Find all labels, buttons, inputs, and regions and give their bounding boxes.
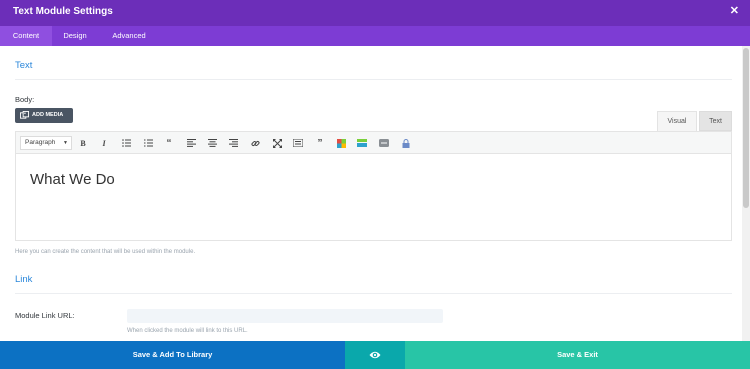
tab-advanced[interactable]: Advanced (98, 26, 160, 46)
link-help-text: When clicked the module will link to thi… (127, 328, 248, 334)
editor-tab-visual[interactable]: Visual (657, 111, 697, 131)
format-select[interactable]: Paragraph ▼ (20, 136, 72, 150)
add-media-button[interactable]: ADD MEDIA (15, 108, 73, 123)
add-media-label: ADD MEDIA (32, 112, 64, 118)
section-divider (15, 293, 732, 294)
editor-content-heading[interactable]: What We Do (30, 171, 115, 188)
tab-design[interactable]: Design (52, 26, 98, 46)
color-icon[interactable] (335, 137, 347, 149)
format-select-value: Paragraph (25, 139, 56, 146)
fullscreen-icon[interactable] (271, 137, 283, 149)
numbered-list-icon[interactable] (142, 137, 154, 149)
close-icon[interactable]: ✕ (730, 4, 739, 17)
modal-footer: Save & Add To Library Save & Exit (0, 341, 750, 369)
bold-icon[interactable]: B (77, 137, 89, 149)
underline-icon[interactable] (378, 137, 390, 149)
quote-icon[interactable]: ” (314, 137, 326, 149)
body-label: Body: (15, 95, 35, 104)
module-link-url-label: Module Link URL: (15, 311, 75, 320)
preview-button[interactable] (345, 341, 405, 369)
highlight-icon[interactable] (356, 137, 368, 149)
section-title-text[interactable]: Text (15, 60, 32, 71)
modal-header: Text Module Settings ✕ (0, 0, 750, 26)
italic-icon[interactable]: I (98, 137, 110, 149)
section-title-link[interactable]: Link (15, 274, 32, 285)
editor-tab-text[interactable]: Text (699, 111, 732, 131)
align-left-icon[interactable] (185, 137, 197, 149)
eye-icon (369, 351, 381, 359)
settings-tabs: Content Design Advanced (0, 26, 750, 46)
lock-icon[interactable] (400, 137, 412, 149)
blockquote-icon[interactable]: “ (163, 137, 175, 149)
chevron-down-icon: ▼ (63, 140, 68, 146)
toolbar-toggle-icon[interactable] (292, 137, 304, 149)
rich-text-editor: Paragraph ▼ B I “ ” What We Do (15, 131, 732, 241)
save-add-to-library-button[interactable]: Save & Add To Library (0, 341, 345, 369)
bullet-list-icon[interactable] (120, 137, 132, 149)
scrollbar-thumb[interactable] (743, 48, 749, 208)
save-exit-button[interactable]: Save & Exit (405, 341, 750, 369)
align-right-icon[interactable] (227, 137, 239, 149)
link-icon[interactable] (249, 137, 261, 149)
body-help-text: Here you can create the content that wil… (15, 249, 196, 255)
modal-title: Text Module Settings (13, 6, 113, 17)
module-link-url-input[interactable] (127, 309, 443, 323)
section-divider (15, 79, 732, 80)
align-center-icon[interactable] (206, 137, 218, 149)
content-scrollbar[interactable] (742, 46, 750, 341)
media-icon (20, 111, 29, 119)
editor-content-area[interactable]: What We Do (16, 154, 731, 240)
editor-toolbar: Paragraph ▼ B I “ ” (16, 132, 731, 154)
tab-content[interactable]: Content (0, 26, 52, 46)
